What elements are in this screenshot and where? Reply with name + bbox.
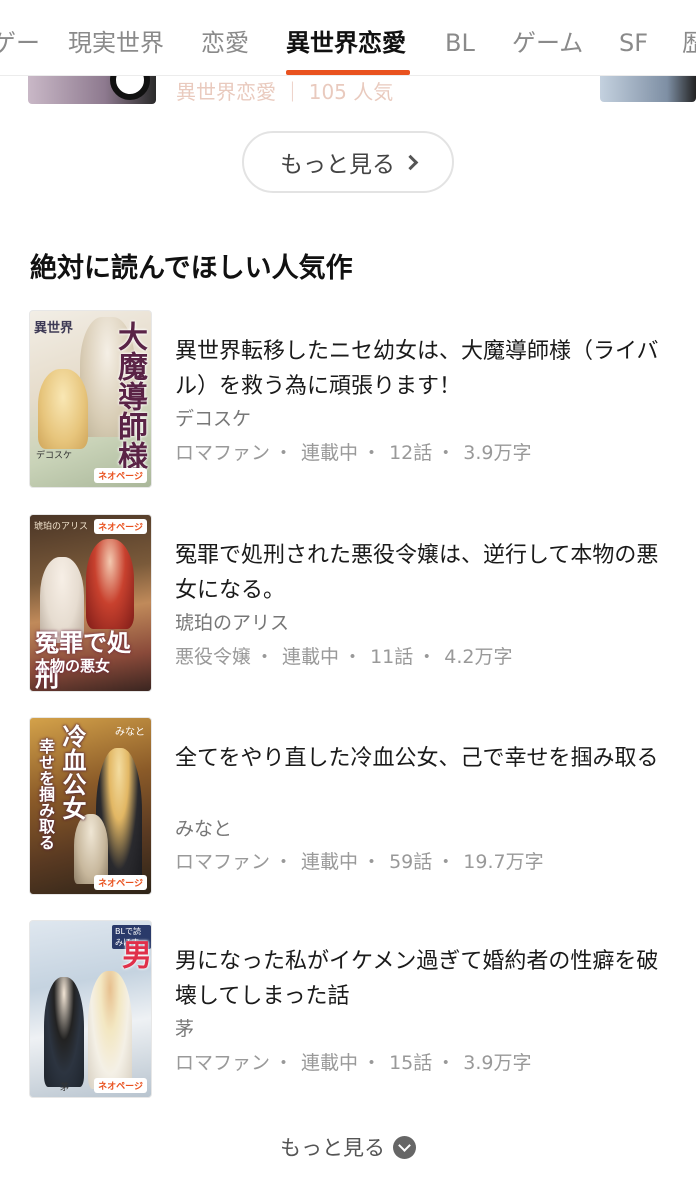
more-button[interactable]: もっと見る xyxy=(242,131,454,193)
book-cover[interactable]: 冤罪で処刑 本物の悪女 琥珀のアリス ネオページ xyxy=(29,514,152,692)
previous-book-cover[interactable] xyxy=(28,76,156,104)
tab-isekai-romance[interactable]: 異世界恋愛 xyxy=(286,27,406,59)
cover-title-text: 男 xyxy=(116,939,151,969)
book-chars: 3.9万字 xyxy=(463,442,532,464)
book-item[interactable]: 冷血公女 幸せを掴み取る みなと ネオページ 全てをやり直した冷血公女、己で幸せ… xyxy=(0,717,696,897)
book-title[interactable]: 全てをやり直した冷血公女、己で幸せを掴み取る xyxy=(175,741,675,776)
tab-history[interactable]: 歴 xyxy=(682,27,696,59)
more-bottom-label: もっと見る xyxy=(280,1136,385,1160)
tab-romance[interactable]: 恋愛 xyxy=(201,27,249,59)
book-genre: ロマファン xyxy=(175,1052,271,1074)
book-chars: 19.7万字 xyxy=(463,851,544,873)
tab-game[interactable]: ゲーム xyxy=(512,27,583,59)
book-title[interactable]: 男になった私がイケメン過ぎて婚約者の性癖を破壊してしまった話 xyxy=(175,944,675,1014)
book-genre: ロマファン xyxy=(175,851,271,873)
cover-subtitle-2: 本物の悪女 xyxy=(35,657,111,675)
book-author: 茅 xyxy=(175,1018,195,1040)
cover-author: 茅 xyxy=(60,1083,70,1093)
book-chars: 3.9万字 xyxy=(463,1052,532,1074)
book-meta: 悪役令嬢・連載中・ 11話・ 4.2万字 xyxy=(175,646,513,668)
book-meta: ロマファン・連載中・ 59話・ 19.7万字 xyxy=(175,851,544,873)
previous-book-meta: 異世界恋愛 ｜ 105 人気 xyxy=(176,80,394,104)
publisher-badge: ネオページ xyxy=(94,519,147,534)
book-episodes: 11話 xyxy=(370,646,414,668)
cover-title-text: 大魔導師様 xyxy=(112,321,147,471)
book-title[interactable]: 冤罪で処刑された悪役令嬢は、逆行して本物の悪女になる。 xyxy=(175,538,675,608)
book-episodes: 15話 xyxy=(389,1052,433,1074)
previous-section-remnant: 異世界恋愛 ｜ 105 人気 xyxy=(0,76,696,106)
book-meta: ロマファン・連載中・ 12話・ 3.9万字 xyxy=(175,442,532,464)
cover-author: みなと xyxy=(115,727,145,738)
book-item[interactable]: BLで読みほす 男 茅 ネオページ 男になった私がイケメン過ぎて婚約者の性癖を破… xyxy=(0,920,696,1100)
book-status: 連載中 xyxy=(301,851,359,873)
cover-subtitle: 異世界 xyxy=(34,321,74,336)
cover-subtitle-2: 幸せを掴み取る xyxy=(36,738,55,850)
rank-ring-icon xyxy=(110,76,150,100)
more-bottom-button[interactable]: もっと見る xyxy=(0,1130,696,1164)
chevron-down-circle-icon xyxy=(393,1135,416,1159)
book-status: 連載中 xyxy=(282,646,340,668)
book-author: みなと xyxy=(175,818,233,840)
more-button-label: もっと見る xyxy=(280,152,395,178)
book-episodes: 12話 xyxy=(389,442,433,464)
publisher-badge: ネオページ xyxy=(94,468,147,483)
book-cover[interactable]: 大魔導師様 異世界 デコスケ ネオページ xyxy=(29,310,152,488)
tab-bl[interactable]: BL xyxy=(445,27,475,59)
cover-author: デコスケ xyxy=(36,451,73,461)
tab-real-world[interactable]: 現実世界 xyxy=(68,27,164,59)
book-chars: 4.2万字 xyxy=(444,646,513,668)
book-status: 連載中 xyxy=(301,442,359,464)
chevron-right-icon xyxy=(402,154,419,170)
book-status: 連載中 xyxy=(301,1052,359,1074)
publisher-badge: ネオページ xyxy=(94,1078,147,1093)
active-tab-indicator xyxy=(286,70,410,75)
section-title: 絶対に読んでほしい人気作 xyxy=(30,253,353,284)
book-title[interactable]: 異世界転移したニセ幼女は、大魔導師様（ライバル）を救う為に頑張ります！ xyxy=(175,334,675,404)
cover-author: 琥珀のアリス xyxy=(34,522,89,532)
book-genre: ロマファン xyxy=(175,442,271,464)
book-cover[interactable]: BLで読みほす 男 茅 ネオページ xyxy=(29,920,152,1098)
tab-partial[interactable]: ゲー xyxy=(0,27,40,59)
tab-sf[interactable]: SF xyxy=(619,27,648,59)
publisher-badge: ネオページ xyxy=(94,875,147,890)
book-item[interactable]: 冤罪で処刑 本物の悪女 琥珀のアリス ネオページ 冤罪で処刑された悪役令嬢は、逆… xyxy=(0,514,696,694)
cover-title-text: 冷血公女 xyxy=(58,724,87,820)
book-episodes: 59話 xyxy=(389,851,433,873)
book-author: 琥珀のアリス xyxy=(175,612,290,634)
genre-tab-bar: ゲー 現実世界 恋愛 異世界恋愛 BL ゲーム SF 歴 xyxy=(0,0,696,76)
book-genre: 悪役令嬢 xyxy=(175,646,252,668)
book-meta: ロマファン・連載中・ 15話・ 3.9万字 xyxy=(175,1052,532,1074)
previous-book-cover-right[interactable] xyxy=(600,76,696,102)
book-author: デコスケ xyxy=(175,408,252,430)
book-item[interactable]: 大魔導師様 異世界 デコスケ ネオページ 異世界転移したニセ幼女は、大魔導師様（… xyxy=(0,310,696,490)
book-cover[interactable]: 冷血公女 幸せを掴み取る みなと ネオページ xyxy=(29,717,152,895)
